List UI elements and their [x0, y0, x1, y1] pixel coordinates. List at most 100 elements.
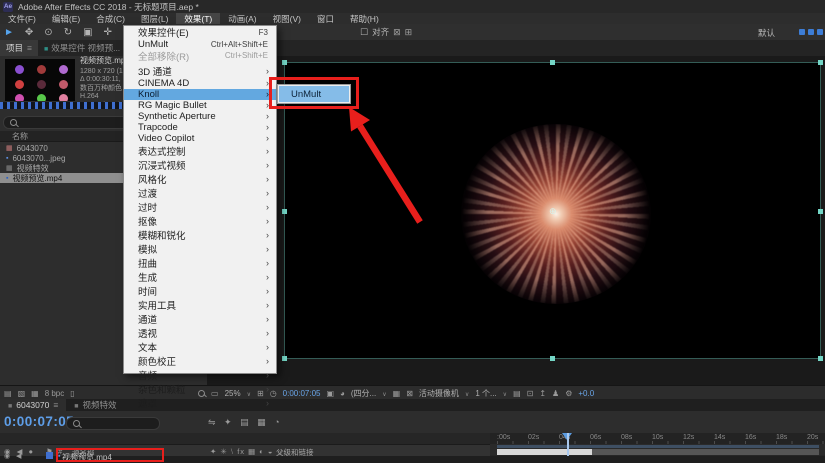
menu-effect[interactable]: 效果(T) [176, 13, 220, 25]
effects-category-item[interactable]: 杂色和颗粒 [124, 382, 276, 396]
workspace-switcher-icons[interactable] [799, 29, 823, 35]
effects-category-item[interactable]: RG Magic Bullet [124, 100, 276, 111]
trash-icon[interactable]: ▯ [70, 389, 74, 398]
layer-handle[interactable] [282, 209, 287, 214]
camera-tool-icon[interactable] [83, 27, 92, 38]
layer-handle[interactable] [818, 356, 823, 361]
work-area-bar[interactable] [497, 445, 819, 448]
snapshot-camera-icon[interactable]: ▣ [326, 389, 334, 398]
fast-preview-icon[interactable]: ⊡ [527, 389, 534, 398]
timeline-view-options-icons[interactable] [208, 417, 283, 428]
chevron-down-icon[interactable] [382, 389, 386, 398]
layer-handle[interactable] [550, 356, 555, 361]
layer-handle[interactable] [818, 60, 823, 65]
view-layout-select[interactable]: 1 个... [475, 388, 496, 399]
layer-duration-bar[interactable] [497, 449, 819, 455]
grid-option-icon[interactable] [405, 27, 413, 38]
snap-option-icon[interactable] [393, 27, 401, 38]
pan-behind-tool-icon[interactable] [104, 27, 112, 38]
chevron-down-icon[interactable] [503, 389, 507, 398]
effects-category-item[interactable]: 表达式控制 [124, 144, 276, 158]
hand-tool-icon[interactable] [25, 27, 33, 38]
timeline-tab[interactable]: 视频特效 [66, 399, 124, 411]
selection-tool-icon[interactable] [4, 27, 14, 38]
effects-category-item[interactable]: 抠像 [124, 214, 276, 228]
new-composition-icon[interactable]: ▦ [31, 389, 39, 398]
tab-effect-controls[interactable]: 效果控件 视频预... [38, 40, 126, 56]
chevron-right-icon [266, 286, 269, 297]
chevron-right-icon [266, 370, 269, 381]
menu-animation[interactable]: 动画(A) [220, 13, 264, 25]
composition-icon [6, 144, 13, 152]
workspace-label[interactable]: 默认 [758, 27, 775, 39]
layer-handle[interactable] [282, 356, 287, 361]
effects-category-item[interactable]: 3D 通道 [124, 64, 276, 78]
anchor-point-icon[interactable] [549, 207, 558, 216]
menu-help[interactable]: 帮助(H) [342, 13, 387, 25]
effects-category-item[interactable]: 生成 [124, 270, 276, 284]
effects-category-item[interactable]: 颜色校正 [124, 354, 276, 368]
playhead-line[interactable] [567, 433, 569, 456]
viewer-timecode[interactable]: 0:00:07:05 [283, 389, 321, 398]
panel-menu-icon[interactable] [27, 43, 32, 53]
project-bit-depth[interactable]: 8 bpc [45, 389, 65, 398]
exposure-gear-icon[interactable]: ⚙ [565, 389, 572, 398]
search-icon [73, 420, 80, 427]
exposure-value[interactable]: +0.0 [578, 389, 594, 398]
camera-select[interactable]: 活动摄像机 [419, 388, 459, 399]
effects-category-item[interactable]: 遮罩 [124, 396, 276, 410]
pixel-aspect-icon[interactable]: ▤ [513, 389, 521, 398]
menu-item-knoll[interactable]: Knoll [124, 89, 276, 100]
image-file-icon [6, 155, 8, 162]
current-timecode[interactable]: 0:00:07:05 [4, 414, 74, 429]
region-of-interest-icon[interactable]: ▦ [393, 389, 401, 398]
menu-window[interactable]: 窗口 [309, 13, 342, 25]
menu-edit[interactable]: 编辑(E) [44, 13, 88, 25]
layer-handle[interactable] [282, 60, 287, 65]
effects-category-item[interactable]: 风格化 [124, 172, 276, 186]
resolution-select[interactable]: (四分... [351, 388, 376, 399]
audio-waveform-preview [0, 102, 133, 109]
effects-category-item[interactable]: 过时 [124, 200, 276, 214]
layer-handle[interactable] [818, 209, 823, 214]
effects-category-item[interactable]: 文本 [124, 340, 276, 354]
timeline-tab-active[interactable]: 6043070 [0, 399, 66, 411]
timeline-search-input[interactable] [66, 417, 160, 430]
effects-category-item[interactable]: 实用工具 [124, 298, 276, 312]
transparency-grid-icon[interactable]: ⊠ [406, 389, 413, 398]
menu-item-effect-controls[interactable]: 效果控件(E) F3 [124, 26, 276, 39]
effects-category-item[interactable]: 过渡 [124, 186, 276, 200]
interpret-footage-icon[interactable]: ▤ [4, 389, 12, 398]
effects-category-item[interactable]: 沉浸式视频 [124, 158, 276, 172]
layer-toggle-icons[interactable] [4, 452, 23, 460]
tab-project[interactable]: 项目 [0, 40, 38, 56]
effects-category-item[interactable]: 音频 [124, 368, 276, 382]
effects-category-item[interactable]: 透视 [124, 326, 276, 340]
effects-category-item[interactable]: 模糊和锐化 [124, 228, 276, 242]
layer-handle[interactable] [550, 60, 555, 65]
snap-checkbox[interactable] [360, 27, 368, 38]
timeline-jump-icon[interactable]: ↥ [539, 389, 546, 398]
menu-view[interactable]: 视图(V) [265, 13, 309, 25]
effects-category-item[interactable]: 模拟 [124, 242, 276, 256]
zoom-tool-icon[interactable] [44, 27, 52, 38]
effects-category-item[interactable]: 扭曲 [124, 256, 276, 270]
menu-file[interactable]: 文件(F) [0, 13, 44, 25]
menu-layer[interactable]: 图层(L) [133, 13, 176, 25]
channels-icon[interactable]: ◕ [340, 389, 345, 398]
effects-category-item[interactable]: Trapcode [124, 122, 276, 133]
chevron-right-icon [266, 160, 269, 171]
effects-category-item[interactable]: Synthetic Aperture [124, 111, 276, 122]
effects-category-item[interactable]: Video Copilot [124, 133, 276, 144]
effects-category-item[interactable]: CINEMA 4D [124, 78, 276, 89]
menu-composition[interactable]: 合成(C) [88, 13, 133, 25]
effects-category-item[interactable]: 通道 [124, 312, 276, 326]
chevron-down-icon[interactable] [465, 389, 469, 398]
panel-menu-icon[interactable] [53, 400, 58, 410]
effects-category-item[interactable]: 时间 [124, 284, 276, 298]
chevron-right-icon [266, 122, 269, 133]
effects-dropdown-menu: 效果控件(E) F3 UnMult Ctrl+Alt+Shift+E 全部移除(… [123, 25, 277, 374]
rotate-tool-icon[interactable] [64, 27, 72, 38]
new-folder-icon[interactable]: ▧ [18, 389, 26, 398]
flowchart-icon[interactable]: ♟ [552, 389, 559, 398]
